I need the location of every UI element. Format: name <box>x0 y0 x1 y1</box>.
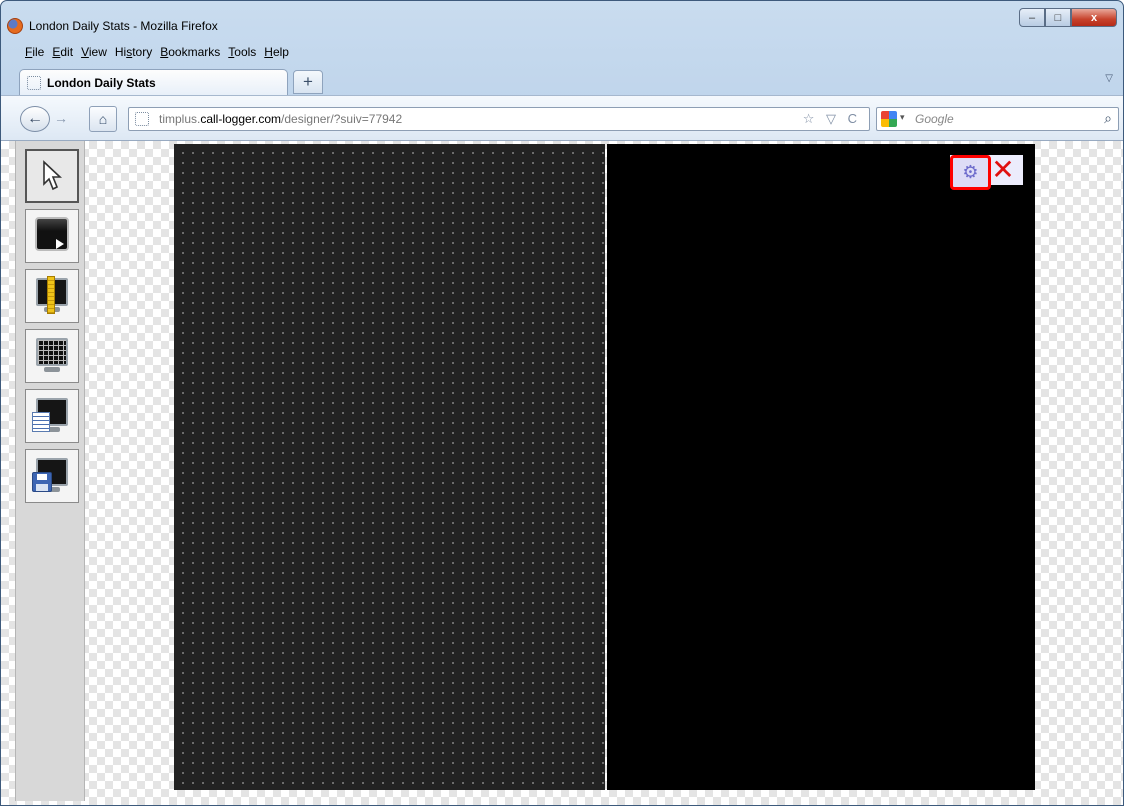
list-tool-button[interactable] <box>25 389 79 443</box>
settings-gear-button[interactable]: ⚙ <box>950 155 991 190</box>
google-icon[interactable] <box>881 111 897 127</box>
ruler-screen-icon <box>34 276 70 316</box>
display-tool-button[interactable] <box>25 209 79 263</box>
gear-icon: ⚙ <box>962 162 979 182</box>
menu-edit[interactable]: Edit <box>48 45 77 59</box>
widget-controls: ⚙ ✕ <box>950 155 1023 190</box>
navigation-bar: ← → ⌂ timplus.call-logger.com/designer/?… <box>1 95 1123 141</box>
browser-window: London Daily Stats - Mozilla Firefox – □… <box>0 0 1124 806</box>
back-forward-group: ← → <box>20 106 78 132</box>
menu-history-label: History <box>114 45 153 59</box>
menu-edit-label: Edit <box>52 45 74 59</box>
floppy-screen-icon <box>32 456 70 496</box>
widget-panel[interactable] <box>607 144 1035 790</box>
play-screen-icon <box>34 216 70 256</box>
menu-view-label: View <box>81 45 107 59</box>
maximize-button[interactable]: □ <box>1045 8 1071 27</box>
minimize-button[interactable]: – <box>1019 8 1045 27</box>
grid-tool-button[interactable] <box>25 329 79 383</box>
menu-file[interactable]: File <box>21 45 48 59</box>
menu-history[interactable]: History <box>111 45 156 59</box>
tab-london-daily-stats[interactable]: London Daily Stats <box>19 69 288 95</box>
cursor-icon <box>43 160 63 191</box>
grid-screen-icon <box>34 336 70 376</box>
url-action-icons[interactable]: ☆ ▽ C <box>803 111 861 127</box>
close-button[interactable]: x <box>1071 8 1117 27</box>
window-title: London Daily Stats - Mozilla Firefox <box>29 19 218 33</box>
menu-tools-label: Tools <box>228 45 257 59</box>
ruler-tool-button[interactable] <box>25 269 79 323</box>
menu-bookmarks-label: Bookmarks <box>160 45 221 59</box>
list-tabs-button[interactable]: ▽ <box>1105 73 1113 84</box>
page-content: ⚙ ✕ <box>1 141 1123 805</box>
design-canvas-grid[interactable] <box>174 144 605 790</box>
home-button[interactable]: ⌂ <box>89 106 117 132</box>
tab-label: London Daily Stats <box>47 76 156 90</box>
search-icon[interactable]: ⌕ <box>1104 110 1112 127</box>
pointer-tool-button[interactable] <box>25 149 79 203</box>
menu-tools[interactable]: Tools <box>224 45 260 59</box>
url-domain: call-logger.com <box>200 112 282 126</box>
menu-help-label: Help <box>264 45 289 59</box>
url-text: timplus.call-logger.com/designer/?suiv=7… <box>159 112 402 126</box>
delete-widget-button[interactable]: ✕ <box>990 155 1016 185</box>
menu-view[interactable]: View <box>77 45 111 59</box>
url-subdomain: timplus. <box>159 112 201 126</box>
site-identity-icon[interactable] <box>135 112 149 126</box>
title-bar: London Daily Stats - Mozilla Firefox – □… <box>1 1 1123 41</box>
search-bar[interactable]: ▾ Google ⌕ <box>876 107 1119 131</box>
new-tab-button[interactable]: + <box>293 70 323 94</box>
page-favicon-icon <box>27 76 41 90</box>
engine-dropdown-icon[interactable]: ▾ <box>900 112 905 123</box>
list-screen-icon <box>32 396 70 436</box>
menu-bookmarks[interactable]: Bookmarks <box>156 45 224 59</box>
tab-strip: London Daily Stats + ▽ <box>1 65 1123 95</box>
menu-help[interactable]: Help <box>260 45 293 59</box>
close-icon: ✕ <box>991 154 1015 185</box>
back-button[interactable]: ← <box>20 106 50 132</box>
search-input[interactable]: Google <box>915 112 954 126</box>
menu-file-label: File <box>25 45 45 59</box>
address-bar[interactable]: timplus.call-logger.com/designer/?suiv=7… <box>128 107 870 131</box>
url-path: /designer/?suiv=77942 <box>281 112 403 126</box>
menu-bar: File Edit View History Bookmarks Tools H… <box>21 45 293 59</box>
save-tool-button[interactable] <box>25 449 79 503</box>
window-controls: – □ x <box>1019 8 1117 27</box>
forward-button[interactable]: → <box>54 110 68 126</box>
firefox-logo-icon <box>7 18 23 34</box>
designer-toolbox <box>15 141 85 801</box>
